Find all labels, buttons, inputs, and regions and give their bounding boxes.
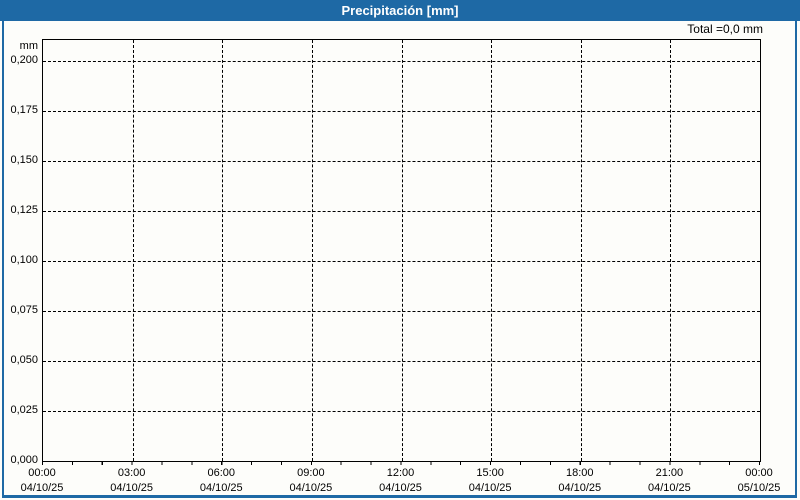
x-tick-date-label: 04/10/25 [379, 482, 422, 494]
x-tick-date-label: 04/10/25 [289, 482, 333, 494]
x-tick-date-label: 05/10/25 [737, 482, 781, 494]
x-tick-date-label: 04/10/25 [110, 482, 154, 494]
v-gridline [401, 40, 403, 461]
y-tick-label: 0,050 [10, 354, 38, 366]
y-tick-label: 0,125 [10, 204, 38, 216]
x-tick-date-label: 04/10/25 [20, 482, 64, 494]
x-tick-time-label: 18:00 [565, 467, 594, 479]
y-tick-label: 0,175 [10, 104, 38, 116]
x-tick-time-label: 09:00 [297, 467, 325, 479]
v-gridline [222, 40, 224, 461]
x-tick-time-label: 15:00 [476, 467, 504, 479]
total-annotation: Total =0,0 mm [687, 22, 763, 36]
chart-title-bar: Precipitación [mm] [0, 0, 800, 21]
y-tick-label: 0,025 [10, 404, 38, 416]
x-tick-date-label: 04/10/25 [199, 482, 243, 494]
v-gridline [132, 40, 134, 461]
x-tick-date-label: 04/10/25 [558, 482, 602, 494]
x-tick-time-label: 06:00 [207, 467, 236, 479]
y-axis-unit-label: mm [19, 40, 38, 52]
chart-title: Precipitación [mm] [341, 3, 459, 18]
x-axis-minor-ticks [42, 461, 760, 465]
plot-area [42, 39, 761, 462]
x-tick-time-label: 00:00 [745, 467, 773, 479]
x-tick-time-label: 12:00 [386, 467, 415, 479]
y-tick-label: 0,100 [10, 254, 38, 266]
y-tick-label: 0,075 [10, 304, 38, 316]
v-gridline [311, 40, 313, 461]
v-gridline [580, 40, 582, 461]
v-gridline [491, 40, 493, 461]
x-tick-time-label: 00:00 [28, 467, 56, 479]
y-tick-label: 0,200 [10, 54, 38, 66]
y-tick-label: 0,000 [10, 454, 38, 466]
chart-window: Precipitación [mm] Total =0,0 mm mm 0,20… [0, 0, 800, 500]
x-tick-time-label: 03:00 [117, 467, 146, 479]
x-tick-date-label: 04/10/25 [647, 482, 691, 494]
x-tick-date-label: 04/10/25 [468, 482, 512, 494]
y-tick-label: 0,150 [10, 154, 38, 166]
x-tick-time-label: 21:00 [655, 467, 684, 479]
v-gridline [670, 40, 672, 461]
